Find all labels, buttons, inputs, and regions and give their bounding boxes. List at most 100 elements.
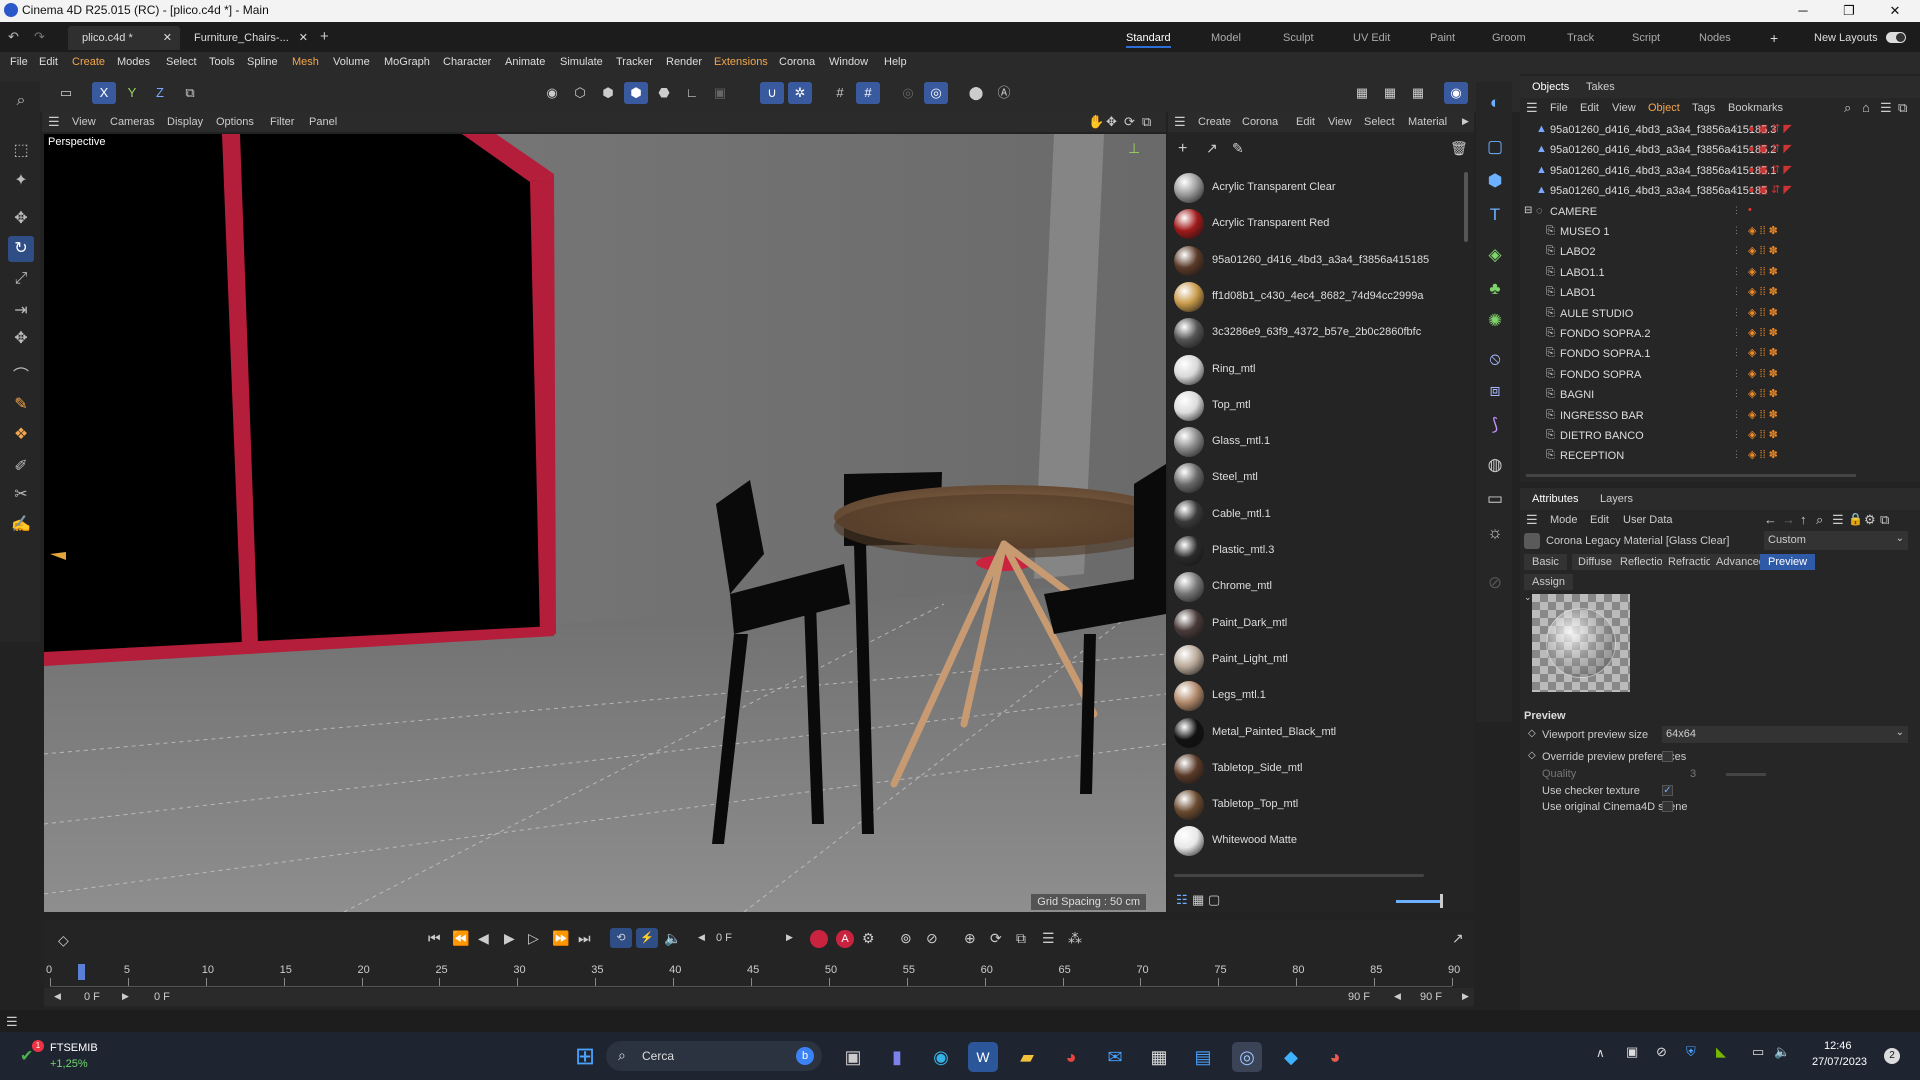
stock-widget-icon[interactable]: ✔ bbox=[20, 1046, 33, 1066]
layout-tab-nodes[interactable]: Nodes bbox=[1699, 28, 1731, 48]
object-row[interactable]: ⎘ LABO2 ⋮ ◈ ⁞⁞ ✽ bbox=[1520, 242, 1920, 262]
list-view-icon[interactable]: ☷ bbox=[1176, 892, 1188, 908]
paint-tool-icon[interactable]: ✎ bbox=[8, 392, 34, 418]
word-icon[interactable]: W bbox=[968, 1042, 998, 1072]
menu-volume[interactable]: Volume bbox=[333, 56, 370, 68]
menu-animate[interactable]: Animate bbox=[505, 56, 545, 68]
attributes-menu-user-data[interactable]: User Data bbox=[1623, 514, 1673, 526]
tray-display-icon[interactable]: ▭ bbox=[1752, 1044, 1764, 1060]
taskbar-search-box[interactable]: ⌕ Cerca b bbox=[606, 1041, 822, 1071]
visibility-dots-icon[interactable]: ⋮ bbox=[1732, 368, 1741, 379]
viewport-menu-cameras[interactable]: Cameras bbox=[110, 116, 155, 128]
visibility-dots-icon[interactable]: ⋮ bbox=[1732, 409, 1741, 420]
menu-corona[interactable]: Corona bbox=[779, 56, 815, 68]
visibility-dots-icon[interactable]: ⋮ bbox=[1732, 307, 1741, 318]
render-view-icon[interactable]: ⬤ bbox=[964, 82, 988, 104]
menu-mesh[interactable]: Mesh bbox=[292, 56, 319, 68]
autokey-icon[interactable]: A bbox=[836, 930, 854, 948]
doc-tab-plico[interactable]: plico.c4d * ✕ bbox=[68, 26, 180, 50]
rotate-tool-icon[interactable]: ↻ bbox=[8, 236, 34, 262]
objects-menu-tags[interactable]: Tags bbox=[1692, 102, 1715, 114]
visibility-dots-icon[interactable]: ⋮ bbox=[1732, 245, 1741, 256]
original-scene-checkbox[interactable] bbox=[1662, 801, 1673, 812]
material-item[interactable]: Legs_mtl.1 bbox=[1170, 678, 1466, 714]
chrome-icon[interactable]: ◕ bbox=[1056, 1042, 1086, 1072]
objects-hamburger-icon[interactable]: ☰ bbox=[1526, 100, 1538, 116]
material-item[interactable]: Steel_mtl bbox=[1170, 460, 1466, 496]
material-hamburger-icon[interactable]: ☰ bbox=[1174, 114, 1186, 130]
move-tool-icon[interactable]: ✥ bbox=[8, 206, 34, 232]
tab-attributes[interactable]: Attributes bbox=[1528, 493, 1582, 505]
menu-help[interactable]: Help bbox=[884, 56, 907, 68]
assign-button[interactable]: Assign bbox=[1524, 574, 1574, 590]
brush-tool-icon[interactable]: ✐ bbox=[8, 454, 34, 480]
add-document-tab-button[interactable]: + bbox=[320, 28, 329, 45]
object-row[interactable]: ▲ 95a01260_d416_4bd3_a3a4_f3856a415185.1 ⋮… bbox=[1520, 161, 1920, 181]
checker-texture-checkbox[interactable]: ✓ bbox=[1662, 785, 1673, 796]
menu-extensions[interactable]: Extensions bbox=[714, 56, 768, 68]
material-item[interactable]: 95a01260_d416_4bd3_a3a4_f3856a415185 bbox=[1170, 243, 1466, 279]
visibility-dots-icon[interactable]: ⋮ bbox=[1732, 184, 1741, 195]
edges-mode-icon[interactable]: ⬡ bbox=[568, 82, 592, 104]
object-tags-icon[interactable]: ◈ ⁞⁞ ✽ bbox=[1748, 346, 1778, 359]
material-menu-view[interactable]: View bbox=[1328, 116, 1352, 128]
frame-next-arrow-icon[interactable]: ▶ bbox=[786, 932, 793, 943]
layout-tab-standard[interactable]: Standard bbox=[1126, 28, 1171, 48]
y-axis-lock-button[interactable]: Y bbox=[120, 82, 144, 104]
solo-icon[interactable]: ▣ bbox=[708, 82, 732, 104]
eyedropper-icon[interactable]: ✎ bbox=[1232, 140, 1244, 157]
mail-icon[interactable]: ✉ bbox=[1100, 1042, 1130, 1072]
field-icon[interactable]: ⧈ bbox=[1482, 378, 1508, 404]
object-tags-icon[interactable]: ◈ ⁞⁞ ✽ bbox=[1748, 408, 1778, 421]
object-tags-icon[interactable]: ◈ ⁞⁞ ✽ bbox=[1748, 224, 1778, 237]
material-item[interactable]: Metal_Painted_Black_mtl bbox=[1170, 715, 1466, 751]
object-row[interactable]: ⎘ BAGNI ⋮ ◈ ⁞⁞ ✽ bbox=[1520, 385, 1920, 405]
menu-simulate[interactable]: Simulate bbox=[560, 56, 603, 68]
objects-home-icon[interactable]: ⌂ bbox=[1862, 100, 1870, 115]
attributes-popout-icon[interactable]: ⧉ bbox=[1880, 512, 1889, 528]
render-settings-icon[interactable]: ▦ bbox=[1406, 82, 1430, 104]
timeline-ruler[interactable]: 0 5 10 15 20 25 30 35 40 45 50 55 60 65 70 75 80 85 90 bbox=[44, 964, 1474, 988]
playback-rate-icon[interactable]: ⚡ bbox=[636, 928, 658, 948]
menu-edit[interactable]: Edit bbox=[39, 56, 58, 68]
object-row[interactable]: ▲ 95a01260_d416_4bd3_a3a4_f3856a415185.3 ⋮… bbox=[1520, 120, 1920, 140]
object-tags-icon[interactable]: ◈ ⁞⁞ ✽ bbox=[1748, 244, 1778, 257]
menu-file[interactable]: File bbox=[10, 56, 28, 68]
viewport-menu-view[interactable]: View bbox=[72, 116, 96, 128]
layout-tab-uv-edit[interactable]: UV Edit bbox=[1353, 28, 1390, 48]
subtab-preview[interactable]: Preview bbox=[1760, 554, 1816, 570]
snap-magnet-icon[interactable]: ∪ bbox=[760, 82, 784, 104]
keyframe-diamond-icon[interactable]: ◇ bbox=[1528, 728, 1536, 739]
material-item[interactable]: Glass_mtl.1 bbox=[1170, 424, 1466, 460]
object-tags-icon[interactable]: ● ▣ ⇵ ◤ bbox=[1748, 163, 1792, 176]
visibility-dots-icon[interactable]: ⋮ bbox=[1732, 286, 1741, 297]
record-icon[interactable] bbox=[810, 930, 828, 948]
points-mode-icon[interactable]: ◉ bbox=[540, 82, 564, 104]
range-end2-field[interactable]: 90 F bbox=[1420, 991, 1442, 1003]
material-item[interactable]: Plastic_mtl.3 bbox=[1170, 533, 1466, 569]
object-tags-icon[interactable]: ● ▣ ⇵ ◤ bbox=[1748, 142, 1792, 155]
subtab-basic[interactable]: Basic bbox=[1524, 554, 1567, 570]
new-layouts-button[interactable]: New Layouts bbox=[1814, 28, 1878, 48]
subtab-diffuse[interactable]: Diffuse bbox=[1572, 554, 1619, 570]
next-key-icon[interactable]: ⏩ bbox=[552, 930, 569, 947]
go-to-start-icon[interactable]: ⏮ bbox=[428, 930, 441, 947]
material-item[interactable]: Acrylic Transparent Red bbox=[1170, 206, 1466, 242]
prev-key-icon[interactable]: ⏪ bbox=[452, 930, 469, 947]
redo-icon[interactable]: ↷ bbox=[34, 29, 45, 45]
range-start2-field[interactable]: 0 F bbox=[154, 991, 170, 1003]
layout-tab-model[interactable]: Model bbox=[1211, 28, 1241, 48]
object-row[interactable]: ⎘ RECEPTION ⋮ ◈ ⁞⁞ ✽ bbox=[1520, 446, 1920, 466]
layout-tab-script[interactable]: Script bbox=[1632, 28, 1660, 48]
menu-tools[interactable]: Tools bbox=[209, 56, 235, 68]
visibility-dots-icon[interactable]: ⋮ bbox=[1732, 266, 1741, 277]
menu-spline[interactable]: Spline bbox=[247, 56, 278, 68]
notepad-icon[interactable]: ▤ bbox=[1188, 1042, 1218, 1072]
anim-icon[interactable]: Ⓐ bbox=[992, 82, 1016, 104]
object-tags-icon[interactable]: ◈ ⁞⁞ ✽ bbox=[1748, 367, 1778, 380]
object-row[interactable]: ⎘ DIETRO BANCO ⋮ ◈ ⁞⁞ ✽ bbox=[1520, 426, 1920, 446]
visibility-dots-icon[interactable]: ⋮ bbox=[1732, 449, 1741, 460]
tab-layers[interactable]: Layers bbox=[1600, 493, 1633, 505]
x-axis-lock-button[interactable]: X bbox=[92, 82, 116, 104]
uv-mode-icon[interactable]: ⬣ bbox=[652, 82, 676, 104]
